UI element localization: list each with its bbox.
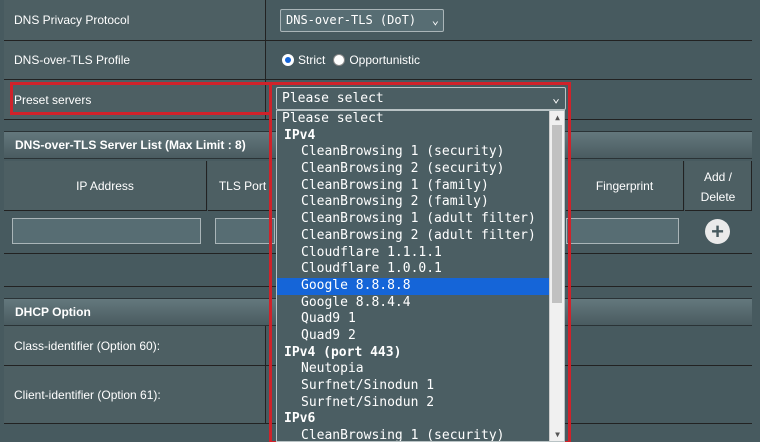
dropdown-option[interactable]: Cloudflare 1.1.1.1 xyxy=(277,245,564,262)
dropdown-option-list: Please select IPv4 CleanBrowsing 1 (securi… xyxy=(277,111,564,441)
dropdown-group-label: IPv6 xyxy=(284,411,316,427)
tls-port-header: TLS Port xyxy=(208,161,278,211)
privacy-protocol-row: DNS Privacy Protocol DNS-over-TLS (DoT) … xyxy=(4,0,752,41)
ip-address-input[interactable] xyxy=(12,218,201,244)
chevron-down-icon: ⌄ xyxy=(552,91,560,106)
fingerprint-input[interactable] xyxy=(566,218,679,244)
dropdown-group-label: IPv4 (port 443) xyxy=(284,344,402,360)
dropdown-option[interactable]: CleanBrowsing 2 (family) xyxy=(277,194,564,211)
scroll-down-icon[interactable]: ▼ xyxy=(550,428,564,441)
strict-radio[interactable] xyxy=(282,54,294,66)
opportunistic-radio[interactable] xyxy=(333,54,346,66)
scroll-up-icon[interactable]: ▲ xyxy=(550,111,564,124)
dropdown-option[interactable]: Please select xyxy=(277,111,564,128)
add-icon[interactable]: + xyxy=(705,219,730,244)
privacy-protocol-select[interactable]: DNS-over-TLS (DoT) ⌄ xyxy=(280,8,444,32)
preset-servers-label: Preset servers xyxy=(4,80,266,119)
fingerprint-header: Fingerprint xyxy=(566,161,684,211)
tls-port-input[interactable] xyxy=(215,218,275,244)
dropdown-option[interactable]: CleanBrowsing 2 (adult filter) xyxy=(277,228,564,245)
opportunistic-label: Opportunistic xyxy=(349,53,421,67)
scrollbar-thumb[interactable] xyxy=(552,125,562,303)
dot-profile-label: DNS-over-TLS Profile xyxy=(4,41,266,79)
dropdown-scrollbar[interactable]: ▲ ▼ xyxy=(549,111,564,441)
dropdown-group-label: IPv4 xyxy=(284,127,316,143)
dropdown-option[interactable]: Google 8.8.4.4 xyxy=(277,295,564,312)
dropdown-option[interactable]: Surfnet/Sinodun 2 xyxy=(277,395,564,412)
dropdown-option[interactable]: CleanBrowsing 2 (security) xyxy=(277,161,564,178)
dropdown-option[interactable]: Quad9 1 xyxy=(277,311,564,328)
add-delete-header: Add / Delete xyxy=(685,161,752,211)
chevron-down-icon: ⌄ xyxy=(431,13,439,27)
dropdown-option[interactable]: Cloudflare 1.0.0.1 xyxy=(277,261,564,278)
dropdown-option[interactable]: CleanBrowsing 1 (adult filter) xyxy=(277,211,564,228)
dropdown-option[interactable]: Google 8.8.8.8 xyxy=(277,277,564,295)
class-identifier-label: Class-identifier (Option 60): xyxy=(4,326,266,365)
dropdown-option[interactable]: CleanBrowsing 1 (security) xyxy=(277,428,564,441)
dropdown-option[interactable]: CleanBrowsing 1 (family) xyxy=(277,178,564,195)
strict-label: Strict xyxy=(298,53,326,67)
dropdown-option[interactable]: Neutopia xyxy=(277,361,564,378)
preset-servers-dropdown[interactable]: Please select IPv4 CleanBrowsing 1 (securi… xyxy=(276,110,565,442)
preset-servers-select[interactable]: Please select ⌄ xyxy=(276,87,566,110)
dropdown-option[interactable]: CleanBrowsing 1 (security) xyxy=(277,144,564,161)
ip-address-header: IP Address xyxy=(4,161,207,211)
client-identifier-label: Client-identifier (Option 61): xyxy=(4,366,266,423)
dot-profile-row: DNS-over-TLS Profile Strict Opportunisti… xyxy=(4,41,752,80)
dropdown-option[interactable]: Quad9 2 xyxy=(277,328,564,345)
privacy-protocol-label: DNS Privacy Protocol xyxy=(4,0,266,40)
dropdown-option[interactable]: Surfnet/Sinodun 1 xyxy=(277,378,564,395)
